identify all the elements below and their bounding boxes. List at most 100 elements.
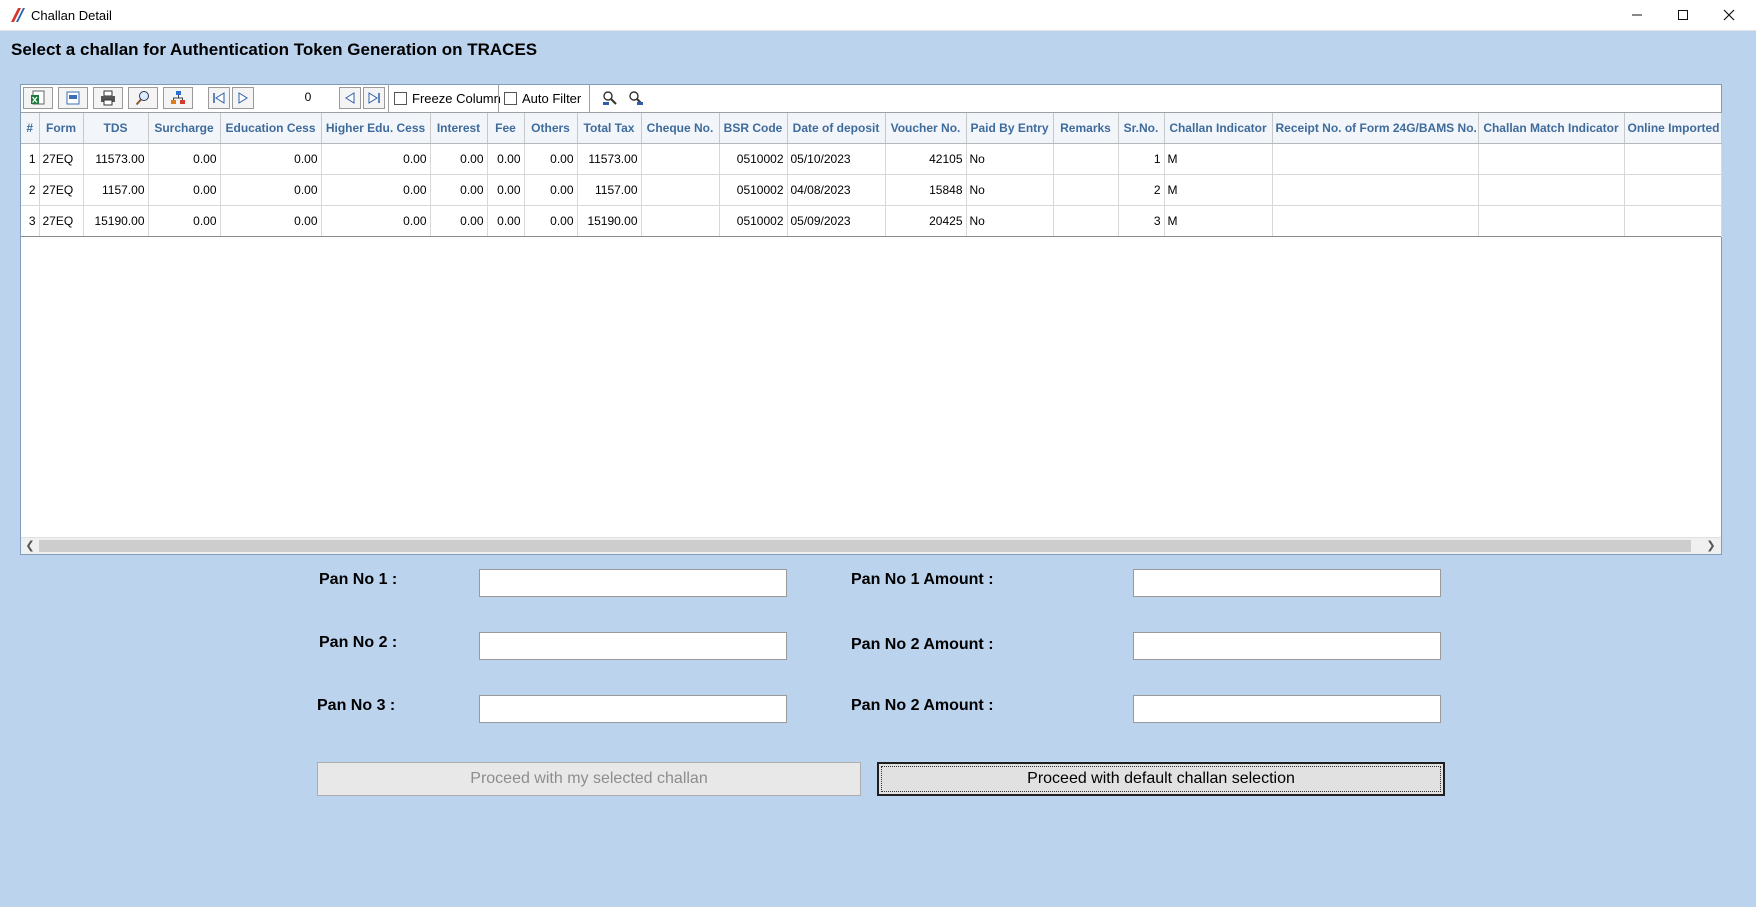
pan-3-amount-input[interactable] xyxy=(1133,695,1441,723)
scrollbar-thumb[interactable] xyxy=(39,540,1691,552)
column-header[interactable]: Fee xyxy=(487,113,525,144)
table-cell[interactable]: 1157.00 xyxy=(83,174,149,206)
table-cell[interactable]: 0.00 xyxy=(220,143,322,175)
previous-record-button[interactable] xyxy=(339,87,361,109)
export-html-button[interactable] xyxy=(58,87,88,109)
table-cell[interactable]: 27EQ xyxy=(39,205,84,237)
table-cell[interactable]: 15190.00 xyxy=(577,205,642,237)
table-cell[interactable]: 05/10/2023 xyxy=(787,143,886,175)
maximize-button[interactable] xyxy=(1660,0,1706,30)
table-cell[interactable] xyxy=(1478,174,1625,206)
table-cell[interactable] xyxy=(1053,174,1119,206)
table-cell[interactable]: 0.00 xyxy=(487,174,525,206)
pan-1-amount-input[interactable] xyxy=(1133,569,1441,597)
table-cell[interactable] xyxy=(1272,205,1479,237)
table-cell[interactable]: 0.00 xyxy=(148,143,221,175)
table-cell[interactable]: 2 xyxy=(21,174,40,206)
table-row[interactable]: 2 27EQ 1157.00 0.00 0.00 0.00 0.00 0.00 … xyxy=(21,174,1722,206)
table-cell[interactable] xyxy=(1624,205,1722,237)
table-cell[interactable]: 0.00 xyxy=(430,205,488,237)
group-button[interactable] xyxy=(163,87,193,109)
column-header[interactable]: Paid By Entry xyxy=(966,113,1054,144)
table-cell[interactable]: 3 xyxy=(1118,205,1165,237)
table-cell[interactable]: 0.00 xyxy=(487,143,525,175)
table-cell[interactable]: M xyxy=(1164,205,1273,237)
column-header[interactable]: Interest xyxy=(430,113,488,144)
table-cell[interactable]: 0.00 xyxy=(220,174,322,206)
table-cell[interactable] xyxy=(1272,143,1479,175)
table-cell[interactable]: 0.00 xyxy=(430,143,488,175)
table-cell[interactable] xyxy=(641,174,720,206)
table-cell[interactable] xyxy=(1053,205,1119,237)
proceed-default-button[interactable]: Proceed with default challan selection xyxy=(877,762,1445,796)
table-cell[interactable]: 0.00 xyxy=(220,205,322,237)
table-cell[interactable]: 0.00 xyxy=(321,205,431,237)
table-cell[interactable]: 0510002 xyxy=(719,174,788,206)
table-cell[interactable]: 0510002 xyxy=(719,143,788,175)
table-cell[interactable] xyxy=(641,143,720,175)
scroll-left-icon[interactable]: ❮ xyxy=(22,539,38,553)
table-cell[interactable]: No xyxy=(966,143,1054,175)
table-cell[interactable]: 42105 xyxy=(885,143,967,175)
column-header[interactable]: Receipt No. of Form 24G/BAMS No. xyxy=(1272,113,1479,144)
table-cell[interactable] xyxy=(1624,174,1722,206)
next-record-button[interactable] xyxy=(232,87,254,109)
table-cell[interactable]: 15190.00 xyxy=(83,205,149,237)
column-header[interactable]: Voucher No. xyxy=(885,113,967,144)
column-header[interactable]: Date of deposit xyxy=(787,113,886,144)
column-header[interactable]: Surcharge xyxy=(148,113,221,144)
horizontal-scrollbar[interactable]: ❮ ❯ xyxy=(21,537,1721,554)
table-cell[interactable]: 1 xyxy=(1118,143,1165,175)
table-cell[interactable]: 0.00 xyxy=(524,143,578,175)
column-header[interactable]: Challan Indicator xyxy=(1164,113,1273,144)
last-record-button[interactable] xyxy=(363,87,385,109)
column-header[interactable]: Form xyxy=(39,113,84,144)
table-cell[interactable]: 2 xyxy=(1118,174,1165,206)
table-cell[interactable] xyxy=(1478,205,1625,237)
table-cell[interactable]: 04/08/2023 xyxy=(787,174,886,206)
table-cell[interactable]: 1 xyxy=(21,143,40,175)
auto-filter-checkbox[interactable]: Auto Filter xyxy=(504,89,581,107)
freeze-column-checkbox[interactable]: Freeze Column xyxy=(394,89,501,107)
minimize-button[interactable] xyxy=(1614,0,1660,30)
table-row[interactable]: 1 27EQ 11573.00 0.00 0.00 0.00 0.00 0.00… xyxy=(21,143,1722,175)
table-cell[interactable] xyxy=(1272,174,1479,206)
table-cell[interactable]: 3 xyxy=(21,205,40,237)
table-cell[interactable]: 0.00 xyxy=(487,205,525,237)
table-cell[interactable]: 0.00 xyxy=(524,174,578,206)
table-cell[interactable]: No xyxy=(966,205,1054,237)
table-cell[interactable]: 11573.00 xyxy=(577,143,642,175)
table-cell[interactable]: 0.00 xyxy=(430,174,488,206)
table-cell[interactable]: 0.00 xyxy=(148,205,221,237)
print-button[interactable] xyxy=(93,87,123,109)
column-header[interactable]: Education Cess xyxy=(220,113,322,144)
pan-3-input[interactable] xyxy=(479,695,787,723)
export-excel-button[interactable] xyxy=(23,87,53,109)
table-cell[interactable]: 27EQ xyxy=(39,174,84,206)
table-cell[interactable]: 0.00 xyxy=(321,174,431,206)
column-header[interactable]: Online Imported xyxy=(1624,113,1722,144)
table-cell[interactable]: 11573.00 xyxy=(83,143,149,175)
table-cell[interactable]: 0.00 xyxy=(524,205,578,237)
proceed-selected-button[interactable]: Proceed with my selected challan xyxy=(317,762,861,796)
table-cell[interactable]: 27EQ xyxy=(39,143,84,175)
pan-2-amount-input[interactable] xyxy=(1133,632,1441,660)
column-header[interactable]: Remarks xyxy=(1053,113,1119,144)
table-cell[interactable] xyxy=(1624,143,1722,175)
column-header[interactable]: Others xyxy=(524,113,578,144)
table-cell[interactable] xyxy=(1053,143,1119,175)
table-cell[interactable] xyxy=(1478,143,1625,175)
table-row[interactable]: 3 27EQ 15190.00 0.00 0.00 0.00 0.00 0.00… xyxy=(21,205,1722,237)
table-cell[interactable]: 1157.00 xyxy=(577,174,642,206)
table-cell[interactable]: M xyxy=(1164,143,1273,175)
column-header[interactable]: Total Tax xyxy=(577,113,642,144)
print-preview-button[interactable] xyxy=(128,87,158,109)
table-cell[interactable]: No xyxy=(966,174,1054,206)
column-header[interactable]: Cheque No. xyxy=(641,113,720,144)
column-header[interactable]: TDS xyxy=(83,113,149,144)
find-next-button[interactable] xyxy=(625,87,647,109)
table-cell[interactable]: 15848 xyxy=(885,174,967,206)
column-header[interactable]: BSR Code xyxy=(719,113,788,144)
table-cell[interactable] xyxy=(641,205,720,237)
table-cell[interactable]: 0.00 xyxy=(321,143,431,175)
